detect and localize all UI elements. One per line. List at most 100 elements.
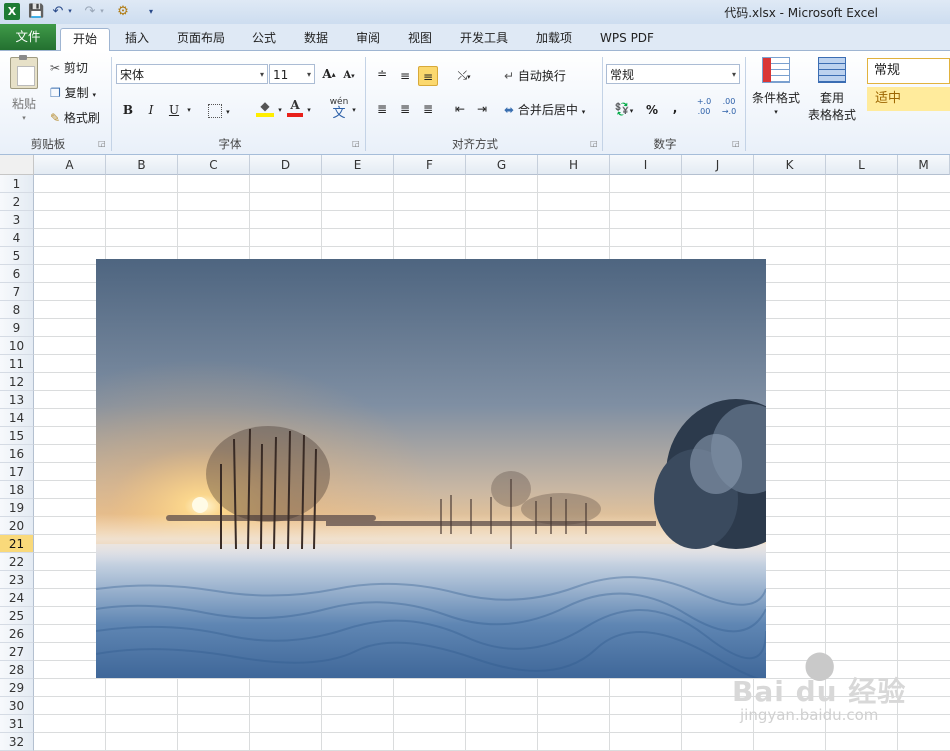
tab-data[interactable]: 数据 bbox=[296, 28, 336, 49]
tab-addins[interactable]: 加载项 bbox=[528, 28, 580, 49]
row-header-18[interactable]: 18 bbox=[0, 481, 34, 499]
column-header-d[interactable]: D bbox=[250, 155, 322, 175]
row-header-24[interactable]: 24 bbox=[0, 589, 34, 607]
column-header-k[interactable]: K bbox=[754, 155, 826, 175]
font-color-button[interactable]: A bbox=[286, 98, 304, 117]
winter-sunrise-photo[interactable] bbox=[96, 259, 766, 678]
font-size-combo[interactable]: 11 ▾ bbox=[269, 64, 315, 84]
save-icon[interactable]: 💾 bbox=[28, 3, 44, 20]
tab-formulas[interactable]: 公式 bbox=[244, 28, 284, 49]
fill-color-dropdown-icon[interactable]: ▾ bbox=[276, 101, 284, 119]
row-header-15[interactable]: 15 bbox=[0, 427, 34, 445]
column-header-e[interactable]: E bbox=[322, 155, 394, 175]
underline-dropdown-icon[interactable]: ▾ bbox=[184, 101, 194, 119]
merge-center-button[interactable]: ⬌ 合并后居中 ▾ bbox=[504, 101, 585, 118]
undo-icon[interactable]: ↶ bbox=[50, 3, 66, 20]
number-launcher-icon[interactable]: ◲ bbox=[732, 139, 740, 148]
percent-style-button[interactable]: % bbox=[644, 101, 660, 119]
tab-file[interactable]: 文件 bbox=[0, 24, 56, 50]
column-header-l[interactable]: L bbox=[826, 155, 898, 175]
row-header-12[interactable]: 12 bbox=[0, 373, 34, 391]
align-right-button[interactable]: ≣ bbox=[418, 100, 438, 118]
quick-tool-icon[interactable]: ⚙ bbox=[114, 3, 132, 20]
row-header-7[interactable]: 7 bbox=[0, 283, 34, 301]
cut-button[interactable]: ✂ 剪切 bbox=[50, 59, 88, 76]
row-header-27[interactable]: 27 bbox=[0, 643, 34, 661]
bold-button[interactable]: B bbox=[120, 101, 136, 119]
column-header-j[interactable]: J bbox=[682, 155, 754, 175]
excel-app-icon[interactable]: X bbox=[4, 3, 20, 20]
row-header-16[interactable]: 16 bbox=[0, 445, 34, 463]
tab-view[interactable]: 视图 bbox=[400, 28, 440, 49]
column-header-a[interactable]: A bbox=[34, 155, 106, 175]
row-header-14[interactable]: 14 bbox=[0, 409, 34, 427]
comma-style-button[interactable]: , bbox=[668, 99, 682, 117]
row-header-20[interactable]: 20 bbox=[0, 517, 34, 535]
undo-dropdown-icon[interactable]: ▾ bbox=[66, 3, 74, 20]
row-header-23[interactable]: 23 bbox=[0, 571, 34, 589]
row-header-32[interactable]: 32 bbox=[0, 733, 34, 751]
row-header-22[interactable]: 22 bbox=[0, 553, 34, 571]
row-header-28[interactable]: 28 bbox=[0, 661, 34, 679]
align-top-button[interactable]: ≐ bbox=[372, 65, 392, 83]
row-header-25[interactable]: 25 bbox=[0, 607, 34, 625]
row-header-10[interactable]: 10 bbox=[0, 337, 34, 355]
cell-style-normal[interactable]: 常规 bbox=[867, 58, 950, 84]
row-header-26[interactable]: 26 bbox=[0, 625, 34, 643]
increase-decimal-button[interactable]: +.0 .00 bbox=[694, 97, 714, 117]
row-header-3[interactable]: 3 bbox=[0, 211, 34, 229]
paste-button[interactable]: 粘贴 ▾ bbox=[6, 55, 42, 125]
conditional-format-button[interactable]: 条件格式 ▾ bbox=[749, 57, 803, 117]
underline-button[interactable]: U bbox=[166, 101, 182, 119]
row-header-4[interactable]: 4 bbox=[0, 229, 34, 247]
redo-icon[interactable]: ↷ bbox=[82, 3, 98, 20]
row-header-9[interactable]: 9 bbox=[0, 319, 34, 337]
align-middle-button[interactable]: ≡ bbox=[395, 67, 415, 85]
decrease-indent-button[interactable]: ⇤ bbox=[450, 100, 470, 118]
cell-style-neutral[interactable]: 适中 bbox=[867, 87, 950, 111]
column-header-m[interactable]: M bbox=[898, 155, 950, 175]
tab-home[interactable]: 开始 bbox=[60, 28, 110, 51]
alignment-launcher-icon[interactable]: ◲ bbox=[590, 139, 598, 148]
tab-review[interactable]: 审阅 bbox=[348, 28, 388, 49]
tab-insert[interactable]: 插入 bbox=[116, 28, 158, 49]
font-name-combo[interactable]: 宋体 ▾ bbox=[116, 64, 268, 84]
orientation-button[interactable]: ⤯▾ bbox=[450, 66, 478, 86]
accounting-format-button[interactable]: 💱▾ bbox=[610, 100, 638, 120]
row-header-31[interactable]: 31 bbox=[0, 715, 34, 733]
column-header-b[interactable]: B bbox=[106, 155, 178, 175]
font-color-dropdown-icon[interactable]: ▾ bbox=[305, 101, 313, 119]
row-header-30[interactable]: 30 bbox=[0, 697, 34, 715]
column-header-i[interactable]: I bbox=[610, 155, 682, 175]
row-header-17[interactable]: 17 bbox=[0, 463, 34, 481]
redo-dropdown-icon[interactable]: ▾ bbox=[98, 3, 106, 20]
format-as-table-button[interactable]: 套用 表格格式 bbox=[802, 57, 862, 123]
clipboard-launcher-icon[interactable]: ◲ bbox=[98, 139, 106, 148]
row-header-29[interactable]: 29 bbox=[0, 679, 34, 697]
column-header-h[interactable]: H bbox=[538, 155, 610, 175]
copy-button[interactable]: ❐ 复制 ▾ bbox=[50, 84, 96, 101]
align-center-button[interactable]: ≣ bbox=[395, 100, 415, 118]
row-header-5[interactable]: 5 bbox=[0, 247, 34, 265]
increase-indent-button[interactable]: ⇥ bbox=[472, 100, 492, 118]
row-header-13[interactable]: 13 bbox=[0, 391, 34, 409]
decrease-decimal-button[interactable]: .00 →.0 bbox=[718, 97, 740, 117]
row-header-1[interactable]: 1 bbox=[0, 175, 34, 193]
column-header-c[interactable]: C bbox=[178, 155, 250, 175]
select-all-corner[interactable] bbox=[0, 155, 34, 175]
row-header-6[interactable]: 6 bbox=[0, 265, 34, 283]
shrink-font-button[interactable]: A▾ bbox=[341, 67, 357, 85]
grow-font-button[interactable]: A▴ bbox=[320, 65, 338, 83]
border-button[interactable]: ▾ bbox=[208, 101, 230, 121]
wrap-text-button[interactable]: ↵ 自动换行 bbox=[504, 67, 566, 84]
row-header-11[interactable]: 11 bbox=[0, 355, 34, 373]
align-bottom-button[interactable]: ≡ bbox=[418, 66, 438, 86]
phonetic-dropdown-icon[interactable]: ▾ bbox=[350, 101, 358, 119]
tab-page-layout[interactable]: 页面布局 bbox=[170, 28, 232, 49]
italic-button[interactable]: I bbox=[143, 101, 159, 119]
column-header-g[interactable]: G bbox=[466, 155, 538, 175]
row-header-2[interactable]: 2 bbox=[0, 193, 34, 211]
tab-wps-pdf[interactable]: WPS PDF bbox=[594, 28, 660, 49]
customize-quick-access-icon[interactable]: ▾ bbox=[146, 3, 156, 20]
row-header-21[interactable]: 21 bbox=[0, 535, 34, 553]
